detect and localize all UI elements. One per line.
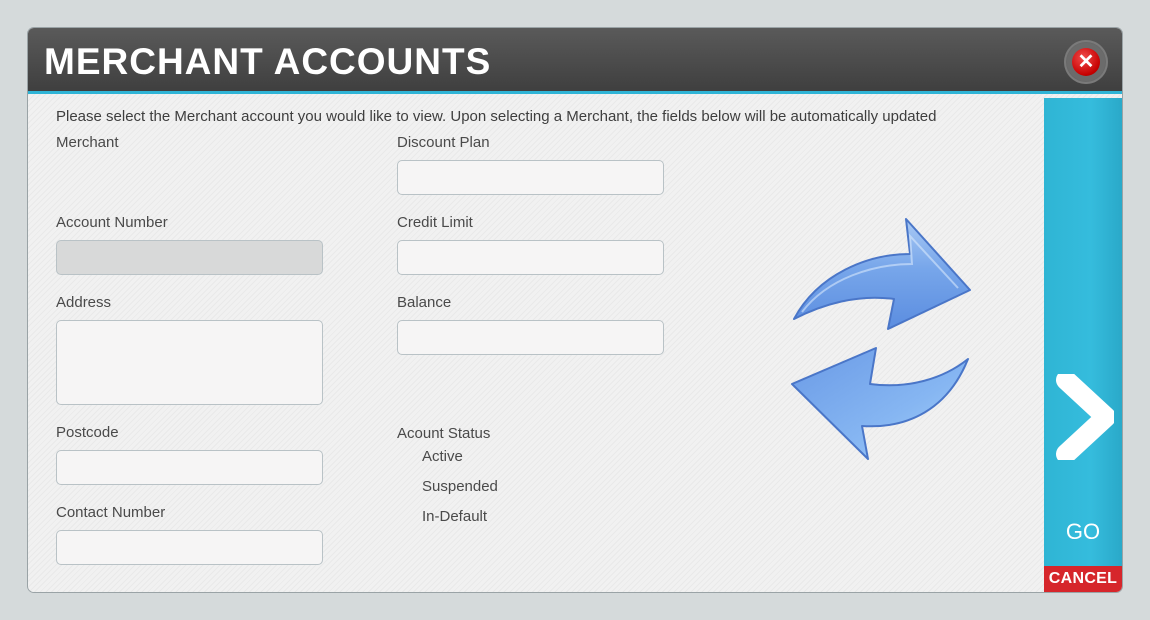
address-label: Address bbox=[56, 294, 112, 311]
title-bar: MERCHANT ACCOUNTS ✕ bbox=[28, 28, 1122, 94]
address-field[interactable] bbox=[56, 320, 323, 405]
intro-text: Please select the Merchant account you w… bbox=[56, 108, 937, 125]
discount-plan-label: Discount Plan bbox=[397, 134, 490, 151]
account-status-label: Acount Status bbox=[397, 425, 491, 442]
refresh-arrows-icon bbox=[791, 218, 971, 460]
discount-plan-field[interactable] bbox=[397, 160, 664, 195]
contact-number-field[interactable] bbox=[56, 530, 323, 565]
go-label: GO bbox=[1065, 519, 1101, 544]
contact-number-label: Contact Number bbox=[56, 504, 166, 521]
status-option-active[interactable]: Active bbox=[422, 448, 463, 465]
merchant-label: Merchant bbox=[56, 134, 119, 151]
chevron-right-icon bbox=[1056, 374, 1114, 460]
credit-limit-field[interactable] bbox=[397, 240, 664, 275]
account-number-label: Account Number bbox=[56, 214, 168, 231]
status-option-in-default[interactable]: In-Default bbox=[422, 508, 487, 525]
go-button[interactable]: GO bbox=[1044, 98, 1122, 566]
balance-label: Balance bbox=[397, 294, 452, 311]
postcode-label: Postcode bbox=[56, 424, 119, 441]
status-option-suspended[interactable]: Suspended bbox=[422, 478, 498, 495]
credit-limit-label: Credit Limit bbox=[397, 214, 473, 231]
close-button[interactable]: ✕ bbox=[1064, 40, 1108, 84]
close-icon: ✕ bbox=[1072, 48, 1100, 76]
merchant-accounts-dialog: MERCHANT ACCOUNTS ✕ Please select the Me… bbox=[28, 28, 1122, 592]
dialog-title: MERCHANT ACCOUNTS bbox=[44, 41, 492, 82]
cancel-button[interactable]: CANCEL bbox=[1044, 566, 1122, 592]
account-number-field[interactable] bbox=[56, 240, 323, 275]
postcode-field[interactable] bbox=[56, 450, 323, 485]
balance-field[interactable] bbox=[397, 320, 664, 355]
